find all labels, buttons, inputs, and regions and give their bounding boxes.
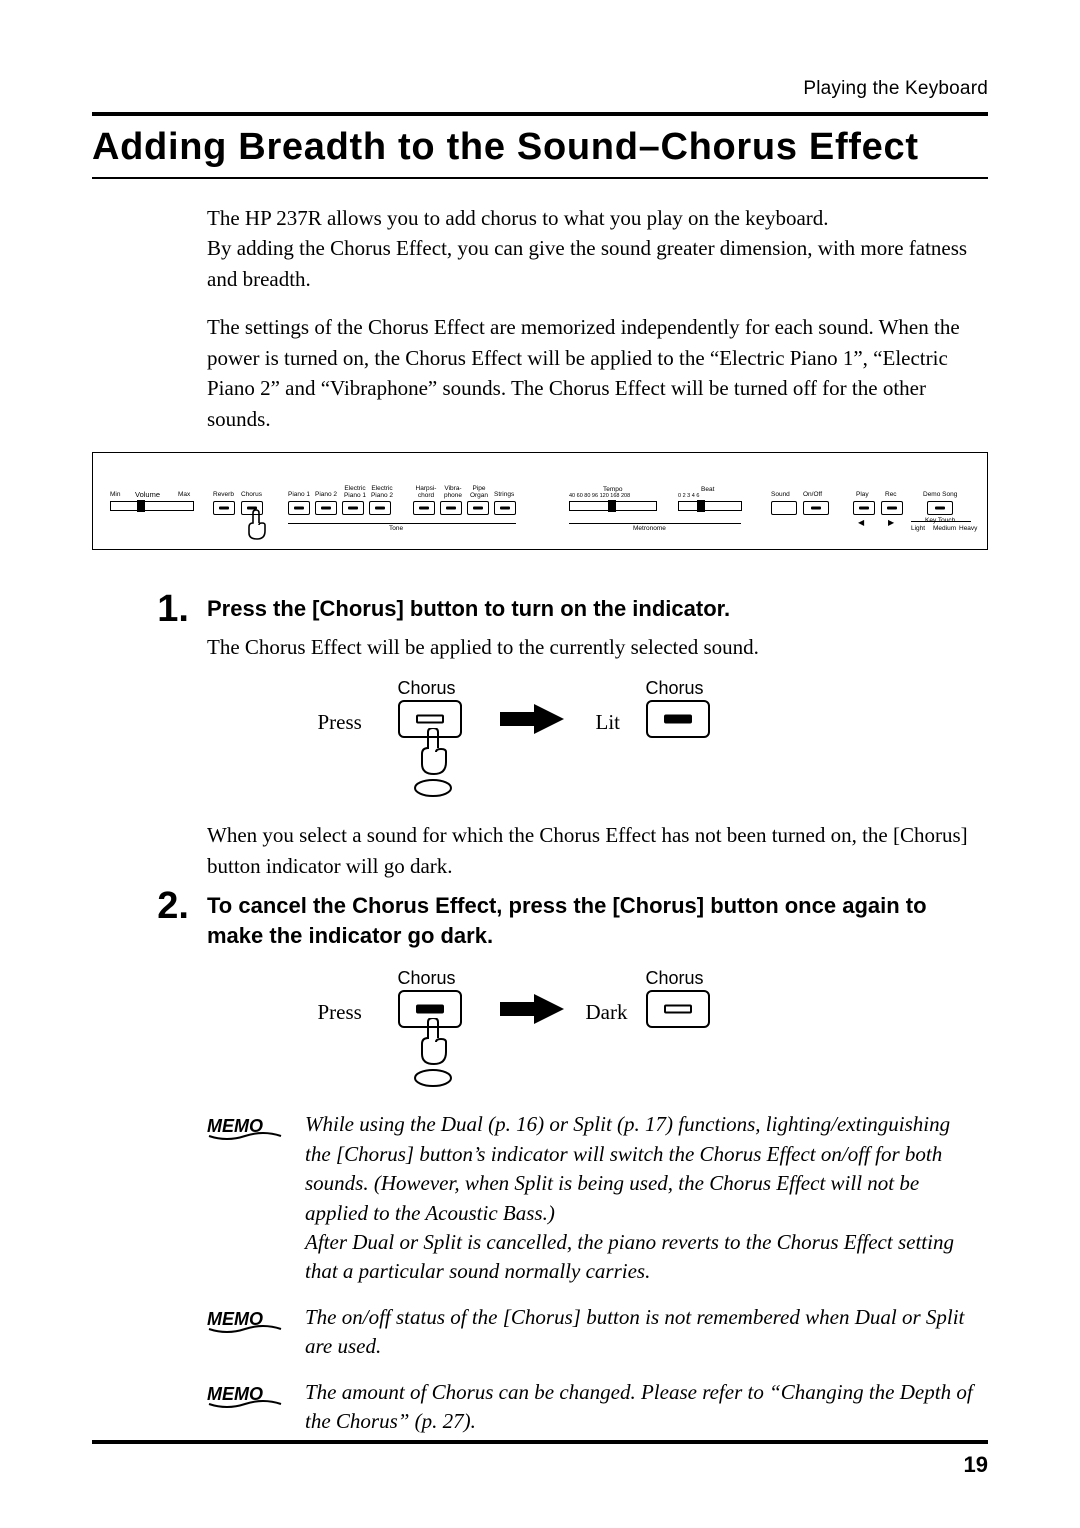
tempo-label: Tempo <box>603 486 623 493</box>
footer-rule <box>92 1440 988 1444</box>
metronome-label: Metronome <box>633 525 666 532</box>
memo-badge-icon: MEMO <box>207 1378 285 1437</box>
tone-2-label: Electric Piano 1 <box>342 485 368 499</box>
tempo-slider <box>569 501 657 511</box>
tone-button-2 <box>342 501 364 515</box>
memo-3: MEMO The amount of Chorus can be changed… <box>207 1378 988 1437</box>
tone-button-4 <box>413 501 435 515</box>
tone-group-label: Tone <box>389 525 403 532</box>
play-label: Play <box>856 491 869 498</box>
step-1-after-text: When you select a sound for which the Ch… <box>207 820 978 881</box>
tone-button-3 <box>369 501 391 515</box>
memo-3-text: The amount of Chorus can be changed. Ple… <box>285 1378 988 1437</box>
metronome-underline <box>569 523 741 524</box>
chorus-label: Chorus <box>241 491 262 498</box>
memo-1-text: While using the Dual (p. 16) or Split (p… <box>285 1110 988 1286</box>
step-2-figure: Press Chorus Dark Chorus <box>318 968 878 1088</box>
intro-paragraph-1: The HP 237R allows you to add chorus to … <box>207 203 978 294</box>
tone-button-6 <box>467 501 489 515</box>
tone-group-underline <box>288 523 516 524</box>
tone-button-0 <box>288 501 310 515</box>
fig1-chorus-button-lit <box>646 700 710 738</box>
volume-slider <box>110 501 194 511</box>
reverb-button <box>213 501 235 515</box>
fig2-arrow-icon <box>498 992 568 1031</box>
fig1-finger-icon <box>408 728 458 803</box>
chorus-press-finger-icon <box>242 509 272 545</box>
sound-label: Sound <box>771 491 790 498</box>
keytouch-medium: Medium <box>933 525 956 532</box>
tone-0-label: Piano 1 <box>288 491 310 498</box>
bwd-icon: ◀ <box>858 518 864 527</box>
tone-button-7 <box>494 501 516 515</box>
fig1-chorus-label-right: Chorus <box>646 678 704 699</box>
fig1-result-label: Lit <box>596 710 621 735</box>
fig2-chorus-button-off <box>646 990 710 1028</box>
onoff-label: On/Off <box>803 491 822 498</box>
tone-3-label: Electric Piano 2 <box>369 485 395 499</box>
running-header: Playing the Keyboard <box>92 78 988 100</box>
tone-1-label: Piano 2 <box>315 491 337 498</box>
tone-5-label: Vibra-phone <box>440 485 466 499</box>
volume-label: Volume <box>135 490 160 499</box>
tone-button-5 <box>440 501 462 515</box>
keytouch-heavy: Heavy <box>959 525 977 532</box>
step-1-heading: Press the [Chorus] button to turn on the… <box>207 594 988 624</box>
keytouch-label: Key Touch <box>925 517 955 524</box>
keytouch-light: Light <box>911 525 925 532</box>
rec-button <box>881 501 903 515</box>
demo-label: Demo Song <box>923 491 957 498</box>
tempo-ticks: 40 60 80 96 120 168 208 <box>569 493 630 499</box>
step-1-text: The Chorus Effect will be applied to the… <box>207 632 978 662</box>
memo-2: MEMO The on/off status of the [Chorus] b… <box>207 1303 988 1362</box>
title-underline <box>92 177 988 179</box>
rec-label: Rec <box>885 491 897 498</box>
step-1-figure: Press Chorus Lit Chorus <box>318 678 878 798</box>
play-button <box>853 501 875 515</box>
tone-4-label: Harpsi-chord <box>413 485 439 499</box>
tone-6-label: Pipe Organ <box>467 485 491 499</box>
beat-slider <box>678 501 742 511</box>
page-number: 19 <box>92 1452 988 1478</box>
beat-label: Beat <box>701 486 714 493</box>
step-2-number: 2. <box>92 887 207 925</box>
memo-badge-icon: MEMO <box>207 1110 285 1286</box>
intro-paragraph-2: The settings of the Chorus Effect are me… <box>207 312 978 434</box>
memo-badge-icon: MEMO <box>207 1303 285 1362</box>
volume-min-label: Min <box>110 491 120 498</box>
page-title: Adding Breadth to the Sound–Chorus Effec… <box>92 126 988 169</box>
memo-2-text: The on/off status of the [Chorus] button… <box>285 1303 988 1362</box>
fig1-chorus-label-left: Chorus <box>398 678 456 699</box>
top-rule <box>92 112 988 116</box>
reverb-label: Reverb <box>213 491 234 498</box>
tone-button-1 <box>315 501 337 515</box>
fig2-chorus-label-right: Chorus <box>646 968 704 989</box>
control-panel-figure: Min Volume Max Reverb Chorus Piano 1 Pia… <box>92 452 988 550</box>
fig2-press-label: Press <box>318 1000 362 1025</box>
sound-button <box>771 501 797 515</box>
fig2-result-label: Dark <box>586 1000 628 1025</box>
fig1-press-label: Press <box>318 710 362 735</box>
fig2-finger-icon <box>408 1018 458 1093</box>
fig1-arrow-icon <box>498 702 568 741</box>
tone-7-label: Strings <box>494 491 514 498</box>
fig2-chorus-label-left: Chorus <box>398 968 456 989</box>
step-2-heading: To cancel the Chorus Effect, press the [… <box>207 891 988 950</box>
step-1-number: 1. <box>92 590 207 628</box>
memo-1: MEMO While using the Dual (p. 16) or Spl… <box>207 1110 988 1286</box>
demo-button <box>927 501 953 515</box>
beat-ticks: 0 2 3 4 6 <box>678 493 699 499</box>
fwd-icon: ▶ <box>888 518 894 527</box>
volume-max-label: Max <box>178 491 190 498</box>
onoff-button <box>803 501 829 515</box>
